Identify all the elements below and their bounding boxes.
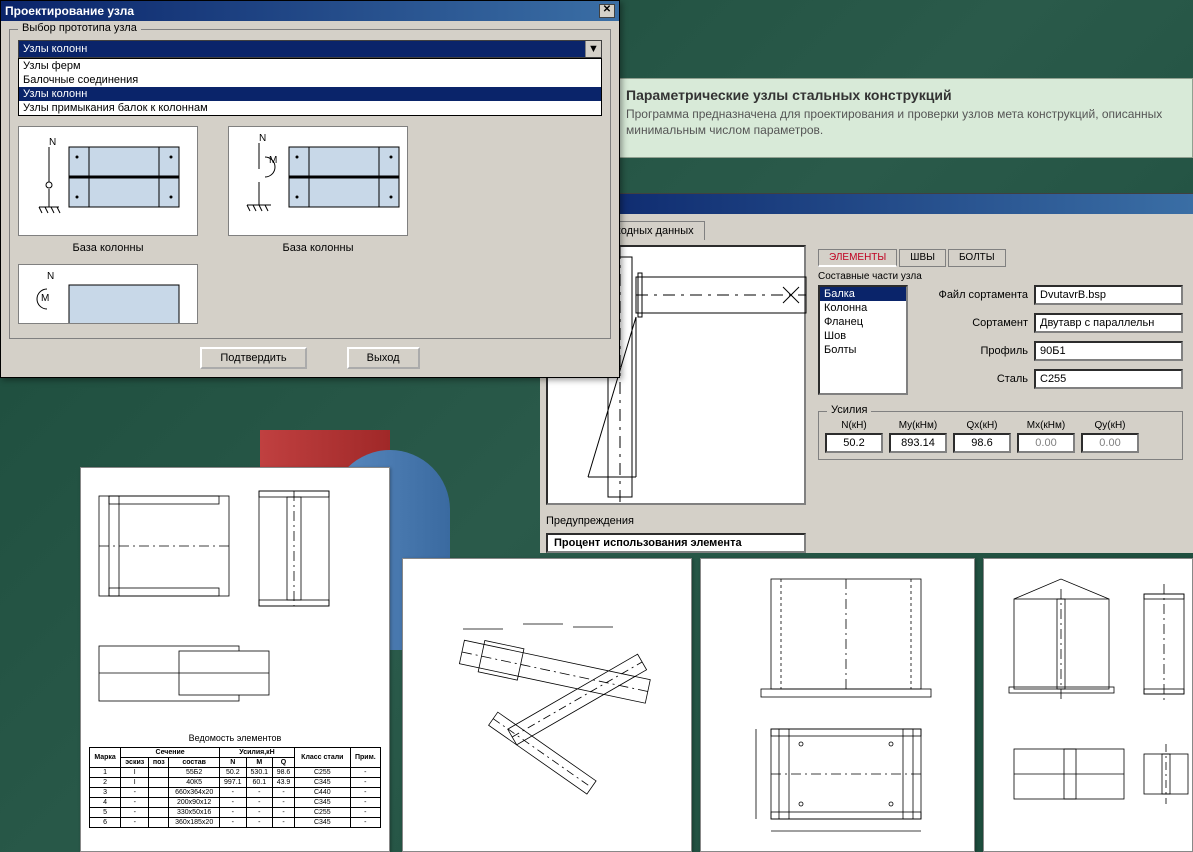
svg-text:M: M: [41, 293, 49, 304]
prototype-combo[interactable]: Узлы колонн ▼: [18, 40, 602, 58]
design-dialog: Проектирование узла ✕ Выбор прототипа уз…: [0, 0, 620, 378]
input-sort[interactable]: Двутавр с параллельн: [1034, 313, 1183, 333]
list-item[interactable]: Балка: [820, 287, 906, 301]
sheet-2: [402, 558, 692, 852]
force-value[interactable]: 98.6: [953, 433, 1011, 453]
forces-label: Усилия: [827, 404, 871, 416]
list-item[interactable]: Шов: [820, 329, 906, 343]
force-header: Mx(кНм): [1017, 420, 1075, 431]
info-banner: Параметрические узлы стальных конструкци…: [573, 78, 1193, 158]
sheet-4: [983, 558, 1193, 852]
preview2-label: База колонны: [283, 242, 354, 254]
input-steel[interactable]: С255: [1034, 369, 1183, 389]
force-value[interactable]: 0.00: [1017, 433, 1075, 453]
svg-text:N: N: [49, 137, 56, 148]
exit-button[interactable]: Выход: [347, 347, 420, 369]
label-profile: Профиль: [918, 345, 1028, 357]
close-icon[interactable]: ✕: [599, 4, 615, 18]
parts-label: Составные части узла: [818, 271, 1183, 282]
report-table: Марка Сечение Усилия,кН Класс стали Прим…: [89, 747, 381, 828]
table-row: 2I40К5997.160.143.9С345-: [90, 778, 381, 788]
svg-text:N: N: [47, 271, 54, 282]
confirm-button[interactable]: Подтвердить: [200, 347, 306, 369]
input-file[interactable]: DvutavrB.bsp: [1034, 285, 1183, 305]
list-item[interactable]: Фланец: [820, 315, 906, 329]
banner-desc: Программа предназначена для проектирован…: [626, 107, 1182, 138]
table-row: 4-200х90х12---С345-: [90, 798, 381, 808]
dropdown-item[interactable]: Узлы колонн: [19, 87, 601, 101]
force-value[interactable]: 0.00: [1081, 433, 1139, 453]
list-item[interactable]: Болты: [820, 343, 906, 357]
force-header: My(кНм): [889, 420, 947, 431]
list-item[interactable]: Колонна: [820, 301, 906, 315]
table-row: 1I55Б250.2530.198.6С255-: [90, 768, 381, 778]
table-row: 3-660х364х20---С440-: [90, 788, 381, 798]
subtab-welds[interactable]: ШВЫ: [899, 249, 946, 267]
properties-window: Свойства Задание исходных данных: [540, 193, 1193, 553]
report-sheet: Ведомость элементов Марка Сечение Усилия…: [80, 467, 390, 852]
chevron-down-icon[interactable]: ▼: [585, 41, 601, 57]
label-file: Файл сортамента: [918, 289, 1028, 301]
svg-text:N: N: [259, 133, 266, 144]
preview-3[interactable]: N M: [18, 264, 198, 330]
warnings-label: Предупреждения: [546, 515, 806, 527]
usage-label: Процент использования элемента: [546, 533, 806, 553]
properties-title: Свойства: [540, 194, 1193, 214]
label-sort: Сортамент: [918, 317, 1028, 329]
force-value[interactable]: 50.2: [825, 433, 883, 453]
label-steel: Сталь: [918, 373, 1028, 385]
dropdown-item[interactable]: Балочные соединения: [19, 73, 601, 87]
input-profile[interactable]: 90Б1: [1034, 341, 1183, 361]
preview-1[interactable]: N База колонны: [18, 126, 198, 254]
force-header: Qx(кН): [953, 420, 1011, 431]
table-row: 6-360х185х20---С345-: [90, 818, 381, 828]
combo-selected: Узлы колонн: [19, 41, 585, 57]
preview1-label: База колонны: [73, 242, 144, 254]
parts-list[interactable]: Балка Колонна Фланец Шов Болты: [818, 285, 908, 395]
force-value[interactable]: 893.14: [889, 433, 947, 453]
dropdown-item[interactable]: Узлы ферм: [19, 59, 601, 73]
subtab-bolts[interactable]: БОЛТЫ: [948, 249, 1006, 267]
group-label: Выбор прототипа узла: [18, 22, 141, 34]
dropdown-item[interactable]: Узлы примыкания балок к колоннам: [19, 101, 601, 115]
prototype-dropdown[interactable]: Узлы ферм Балочные соединения Узлы колон…: [18, 58, 602, 116]
force-header: Qy(кН): [1081, 420, 1139, 431]
subtab-elements[interactable]: ЭЛЕМЕНТЫ: [818, 249, 897, 267]
banner-title: Параметрические узлы стальных конструкци…: [626, 87, 1182, 103]
preview-2[interactable]: N M База колонны: [228, 126, 408, 254]
table-row: 5-330х50х16---С255-: [90, 808, 381, 818]
force-header: N(кН): [825, 420, 883, 431]
dialog-title: Проектирование узла: [5, 4, 134, 18]
report-title: Ведомость элементов: [89, 733, 381, 743]
sheet-3: [700, 558, 975, 852]
